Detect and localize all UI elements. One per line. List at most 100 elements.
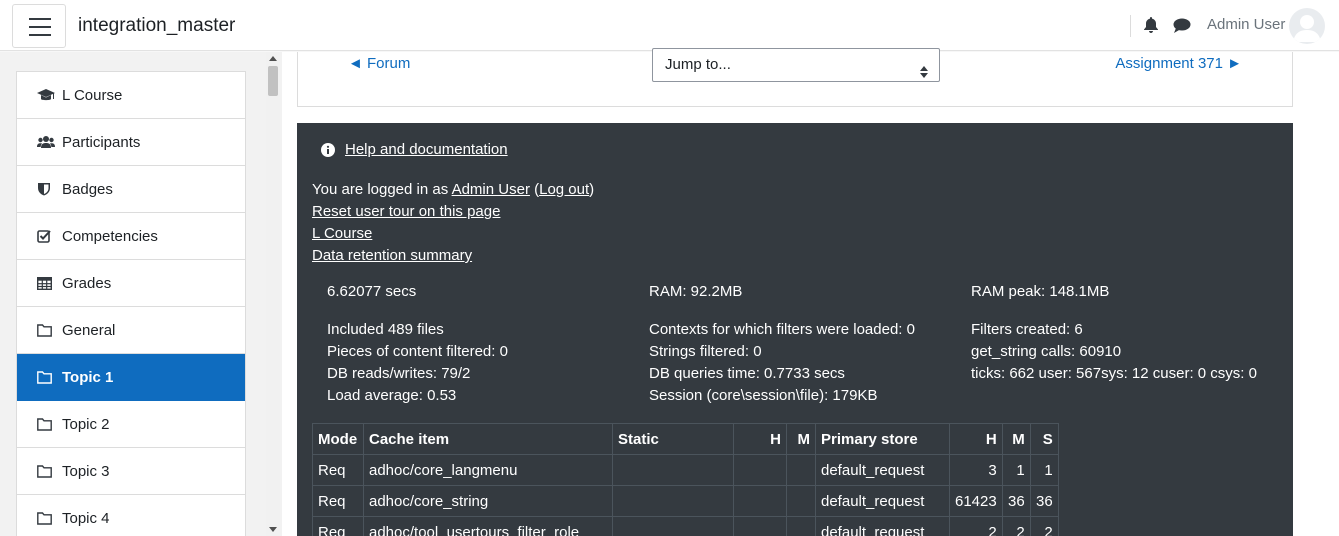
logged-in-prefix: You are logged in as	[312, 181, 452, 198]
sidebar-item-label: Topic 2	[62, 415, 110, 433]
col-static: Static	[612, 423, 734, 455]
col-cache-item: Cache item	[363, 423, 613, 455]
sidebar-item-label: Competencies	[62, 227, 158, 245]
cache-table: Mode Cache item Static H M Primary store…	[312, 423, 1059, 536]
sidebar-item-label: General	[62, 321, 116, 339]
table-row: Req adhoc/tool_usertours_filter_role def…	[312, 516, 1059, 536]
perf-db-time: DB queries time: 0.7733 secs	[649, 365, 845, 382]
users-icon	[37, 135, 55, 149]
col-store-m: M	[1001, 423, 1031, 455]
reset-tour-link[interactable]: Reset user tour on this page	[312, 203, 500, 220]
bell-icon[interactable]	[1144, 17, 1158, 37]
perf-filters-created: Filters created: 6	[971, 321, 1083, 338]
chat-icon[interactable]	[1173, 18, 1191, 37]
logout-link[interactable]: Log out	[539, 181, 589, 198]
col-mode: Mode	[312, 423, 364, 455]
sidebar-item-topic-3[interactable]: Topic 3	[17, 448, 245, 495]
col-static-h: H	[733, 423, 787, 455]
paren-open: (	[529, 181, 540, 198]
perf-strings: Strings filtered: 0	[649, 343, 762, 360]
paren-close: )	[589, 181, 595, 198]
perf-ram: RAM: 92.2MB	[649, 283, 743, 300]
sidebar-item-general[interactable]: General	[17, 307, 245, 354]
logged-in-info: You are logged in as Admin User (Log out…	[312, 179, 594, 201]
cell-store-s: 1	[1029, 454, 1059, 486]
cell-store-s: 36	[1029, 485, 1059, 517]
cell-mode: Req	[312, 454, 364, 486]
help-link[interactable]: Help and documentation	[345, 141, 508, 158]
course-home-link[interactable]: L Course	[312, 225, 372, 242]
sidebar-item-badges[interactable]: Badges	[17, 166, 245, 213]
table-header-row: Mode Cache item Static H M Primary store…	[312, 423, 1059, 455]
avatar-icon[interactable]	[1289, 8, 1325, 44]
perf-contexts: Contexts for which filters were loaded: …	[649, 321, 915, 338]
perf-get-string: get_string calls: 60910	[971, 343, 1122, 360]
cell-static-h	[733, 454, 787, 486]
previous-activity-link[interactable]: ◄ Forum	[348, 55, 410, 72]
data-retention-link[interactable]: Data retention summary	[312, 247, 472, 264]
profile-link[interactable]: Admin User	[452, 181, 530, 198]
page-footer: Help and documentation You are logged in…	[297, 123, 1293, 536]
help-and-documentation: Help and documentation	[321, 141, 508, 158]
table-row: Req adhoc/core_string default_request 61…	[312, 485, 1059, 517]
cell-static	[612, 516, 734, 536]
cell-cache-item: adhoc/core_langmenu	[363, 454, 613, 486]
perf-included: Included 489 files	[327, 321, 444, 338]
col-primary-store: Primary store	[815, 423, 950, 455]
scrollbar-thumb[interactable]	[268, 66, 278, 96]
sidebar-scrollbar[interactable]	[266, 52, 280, 536]
shield-icon	[37, 182, 55, 196]
site-name[interactable]: integration_master	[78, 15, 235, 37]
user-menu-name[interactable]: Admin User	[1207, 16, 1285, 33]
sidebar-item-topic-4[interactable]: Topic 4	[17, 495, 245, 536]
info-icon	[321, 142, 335, 157]
perf-time: 6.62077 secs	[327, 283, 417, 300]
cell-store-m: 36	[1001, 485, 1031, 517]
hamburger-icon-bar	[29, 26, 51, 28]
sidebar-item-topic-2[interactable]: Topic 2	[17, 401, 245, 448]
cell-static-m	[786, 485, 816, 517]
cell-static	[612, 485, 734, 517]
hamburger-icon	[29, 18, 51, 20]
col-store-s: S	[1029, 423, 1059, 455]
hamburger-menu-button[interactable]	[12, 4, 66, 48]
main-content: ◄ Forum Jump to... Assignment 371 ► Help…	[282, 48, 1339, 536]
cell-primary-store: default_request	[815, 516, 950, 536]
perf-pieces: Pieces of content filtered: 0	[327, 343, 508, 360]
cell-store-s: 2	[1029, 516, 1059, 536]
select-arrows-icon	[920, 58, 928, 90]
navbar-divider	[1130, 15, 1131, 37]
cell-static-h	[733, 516, 787, 536]
next-activity-link[interactable]: Assignment 371 ►	[1115, 55, 1242, 72]
sidebar-item-participants[interactable]: Participants	[17, 119, 245, 166]
sidebar-item-competencies[interactable]: Competencies	[17, 213, 245, 260]
checkbox-icon	[37, 229, 55, 243]
table-row: Req adhoc/core_langmenu default_request …	[312, 454, 1059, 486]
cell-primary-store: default_request	[815, 454, 950, 486]
cell-primary-store: default_request	[815, 485, 950, 517]
sidebar-item-grades[interactable]: Grades	[17, 260, 245, 307]
perf-load: Load average: 0.53	[327, 387, 457, 404]
footer-links: You are logged in as Admin User (Log out…	[312, 179, 594, 267]
course-index-sidebar: L Course Participants Badges Competencie…	[0, 52, 282, 536]
folder-icon	[37, 370, 55, 384]
cell-cache-item: adhoc/tool_usertours_filter_role	[363, 516, 613, 536]
activity-navigation: ◄ Forum Jump to... Assignment 371 ►	[297, 48, 1293, 107]
cell-mode: Req	[312, 516, 364, 536]
cell-store-h: 2	[949, 516, 1003, 536]
scroll-up-arrow-icon[interactable]	[269, 56, 277, 61]
sidebar-item-label: Topic 1	[62, 368, 114, 386]
folder-icon	[37, 417, 55, 431]
cell-static	[612, 454, 734, 486]
jump-to-select[interactable]: Jump to...	[652, 48, 940, 82]
cell-store-m: 2	[1001, 516, 1031, 536]
perf-ram-peak: RAM peak: 148.1MB	[971, 283, 1110, 300]
scroll-down-arrow-icon[interactable]	[269, 527, 277, 532]
jump-to-value: Jump to...	[665, 56, 731, 73]
sidebar-item-topic-1[interactable]: Topic 1	[17, 354, 245, 401]
sidebar-item-l-course[interactable]: L Course	[17, 72, 245, 119]
sidebar-item-label: Topic 3	[62, 462, 110, 480]
perf-session: Session (core\session\file): 179KB	[649, 387, 878, 404]
sidebar-item-label: Participants	[62, 133, 141, 151]
cell-static-h	[733, 485, 787, 517]
